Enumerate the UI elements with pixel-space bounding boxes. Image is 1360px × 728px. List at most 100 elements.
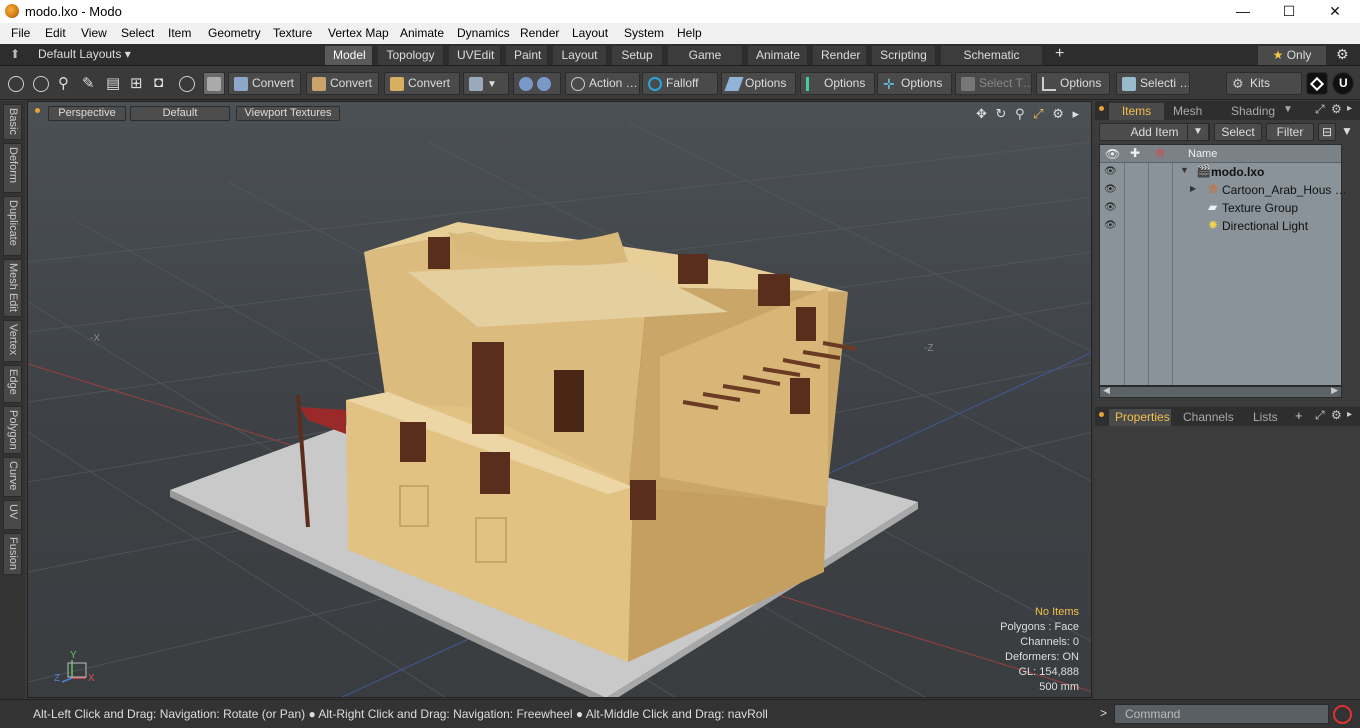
- menu-help[interactable]: Help: [677, 26, 702, 40]
- tab-layout[interactable]: Layout: [553, 46, 607, 65]
- tab-channels[interactable]: Channels: [1177, 409, 1235, 426]
- menu-dynamics[interactable]: Dynamics: [457, 26, 510, 40]
- menu-system[interactable]: System: [624, 26, 664, 40]
- vtab-mesh-edit[interactable]: Mesh Edit: [3, 259, 22, 317]
- selection-sets-button[interactable]: Selecti …: [1116, 72, 1190, 95]
- sphere-mode-icon[interactable]: [33, 76, 49, 92]
- name-column-header[interactable]: Name: [1188, 148, 1217, 160]
- viewport-textures-dropdown[interactable]: Viewport Textures: [236, 106, 340, 121]
- menu-render[interactable]: Render: [520, 26, 559, 40]
- scroll-right-icon[interactable]: ▶: [1331, 385, 1338, 396]
- tab-paint[interactable]: Paint: [506, 46, 548, 65]
- vtab-curve[interactable]: Curve: [3, 457, 22, 497]
- horizontal-scrollbar[interactable]: ◀ ▶: [1099, 385, 1342, 398]
- zoom-icon[interactable]: ⚲: [1015, 106, 1025, 122]
- add-item-dropdown[interactable]: ▼: [1187, 123, 1209, 141]
- maximize-button[interactable]: ☐: [1266, 0, 1312, 23]
- panel-settings-icon[interactable]: ⚙: [1331, 102, 1342, 116]
- vtab-fusion[interactable]: Fusion: [3, 533, 22, 575]
- view-mode-dropdown[interactable]: Perspective: [48, 106, 126, 121]
- close-button[interactable]: ✕: [1312, 0, 1358, 23]
- menu-select[interactable]: Select: [121, 26, 154, 40]
- tab-topology[interactable]: Topology: [378, 46, 444, 65]
- shading-dropdown[interactable]: Default: [130, 106, 230, 121]
- deformer-column-icon[interactable]: ⟰: [1155, 146, 1165, 160]
- convert-button-2[interactable]: Convert: [306, 72, 379, 95]
- tab-shading[interactable]: Shading: [1225, 103, 1285, 120]
- tab-lists[interactable]: Lists: [1247, 409, 1287, 426]
- panel-more-icon[interactable]: ▸: [1347, 409, 1352, 420]
- options-button-4[interactable]: Options: [1036, 72, 1110, 95]
- vtab-duplicate[interactable]: Duplicate: [3, 196, 22, 256]
- menu-view[interactable]: View: [81, 26, 107, 40]
- command-input[interactable]: Command: [1114, 704, 1329, 724]
- panel-more-icon[interactable]: ▸: [1347, 103, 1352, 114]
- panel-settings-icon[interactable]: ⚙: [1331, 408, 1342, 422]
- menu-file[interactable]: File: [11, 26, 30, 40]
- vtab-vertex[interactable]: Vertex: [3, 320, 22, 362]
- unreal-icon[interactable]: U: [1332, 72, 1354, 95]
- filter-button[interactable]: Filter: [1266, 123, 1314, 141]
- falloff-button[interactable]: Falloff: [642, 72, 718, 95]
- options-button-2[interactable]: Options: [800, 72, 875, 95]
- vtab-basic[interactable]: Basic: [3, 104, 22, 140]
- select-through-button[interactable]: Select T…: [955, 72, 1032, 95]
- brush-icon[interactable]: ✎: [82, 74, 95, 92]
- material-mode-icon[interactable]: ◘: [154, 74, 163, 91]
- only-toggle[interactable]: ★ Only: [1258, 46, 1326, 65]
- add-tab-button[interactable]: +: [1055, 45, 1064, 63]
- visibility-column-icon[interactable]: 👁: [1105, 147, 1120, 161]
- lock-column-icon[interactable]: ✚: [1130, 146, 1140, 160]
- default-layouts-dropdown[interactable]: Default Layouts ▾: [38, 47, 131, 61]
- eye-icon[interactable]: 👁: [1104, 184, 1117, 196]
- menu-layout[interactable]: Layout: [572, 26, 608, 40]
- 3d-viewport[interactable]: -X -Z Y Z X Perspective Default Viewport…: [27, 101, 1092, 698]
- viewport-menu-dot[interactable]: [35, 108, 40, 113]
- vertex-mode-icon[interactable]: [8, 76, 24, 92]
- collapse-icon[interactable]: ⊟: [1318, 123, 1336, 141]
- unity-icon[interactable]: [1306, 72, 1328, 95]
- tab-render[interactable]: Render: [813, 46, 867, 65]
- tab-game-tools[interactable]: Game Tools: [668, 46, 743, 80]
- snap-dropdown[interactable]: ▼: [463, 72, 509, 95]
- mesh-box-icon[interactable]: [203, 72, 225, 95]
- tab-items[interactable]: Items: [1109, 103, 1164, 120]
- tab-scripting[interactable]: Scripting: [872, 46, 936, 65]
- menu-edit[interactable]: Edit: [45, 26, 66, 40]
- viewport-settings-icon[interactable]: ⚙: [1052, 106, 1064, 122]
- minimize-button[interactable]: —: [1220, 0, 1266, 23]
- polygon-mode-icon[interactable]: ⊞: [130, 74, 143, 92]
- tab-schematic-fusion[interactable]: Schematic Fusion: [941, 46, 1043, 80]
- expand-arrow-icon[interactable]: ▶: [1190, 184, 1196, 193]
- funnel-icon[interactable]: ▼: [1338, 123, 1356, 141]
- options-button-3[interactable]: ✛ Options: [877, 72, 952, 95]
- edge-mode-icon[interactable]: ▤: [106, 74, 120, 92]
- panel-menu-dot[interactable]: [1099, 412, 1104, 417]
- tab-mesh[interactable]: Mesh …: [1167, 103, 1222, 134]
- tabs-dropdown-icon[interactable]: ▼: [1283, 104, 1293, 115]
- pen-icon[interactable]: ⚲: [58, 74, 69, 92]
- vtab-uv[interactable]: UV: [3, 500, 22, 530]
- select-button[interactable]: Select: [1214, 123, 1262, 141]
- move-view-icon[interactable]: ✥: [976, 106, 987, 122]
- layout-icon[interactable]: ⬆: [10, 47, 20, 61]
- convert-button-3[interactable]: Convert: [384, 72, 460, 95]
- expand-panel-icon[interactable]: ⤢: [1315, 408, 1325, 423]
- menu-texture[interactable]: Texture: [273, 26, 312, 40]
- options-button-1[interactable]: Options: [721, 72, 796, 95]
- tab-properties[interactable]: Properties: [1109, 409, 1171, 426]
- action-center-button[interactable]: Action …: [565, 72, 640, 95]
- vtab-polygon[interactable]: Polygon: [3, 406, 22, 454]
- menu-vertex-map[interactable]: Vertex Map: [328, 26, 389, 40]
- symmetry-buttons[interactable]: [513, 72, 561, 95]
- tab-setup[interactable]: Setup: [612, 46, 663, 65]
- convert-button-1[interactable]: Convert: [228, 72, 301, 95]
- fit-view-icon[interactable]: ⤢: [1033, 106, 1043, 122]
- scroll-left-icon[interactable]: ◀: [1103, 385, 1110, 396]
- viewport-expand-icon[interactable]: ▸: [1072, 106, 1079, 122]
- tab-model[interactable]: Model: [325, 46, 373, 65]
- rotate-view-icon[interactable]: ↻: [995, 106, 1006, 122]
- eye-icon[interactable]: 👁: [1104, 166, 1117, 178]
- menu-geometry[interactable]: Geometry: [208, 26, 261, 40]
- eye-icon[interactable]: 👁: [1104, 202, 1117, 214]
